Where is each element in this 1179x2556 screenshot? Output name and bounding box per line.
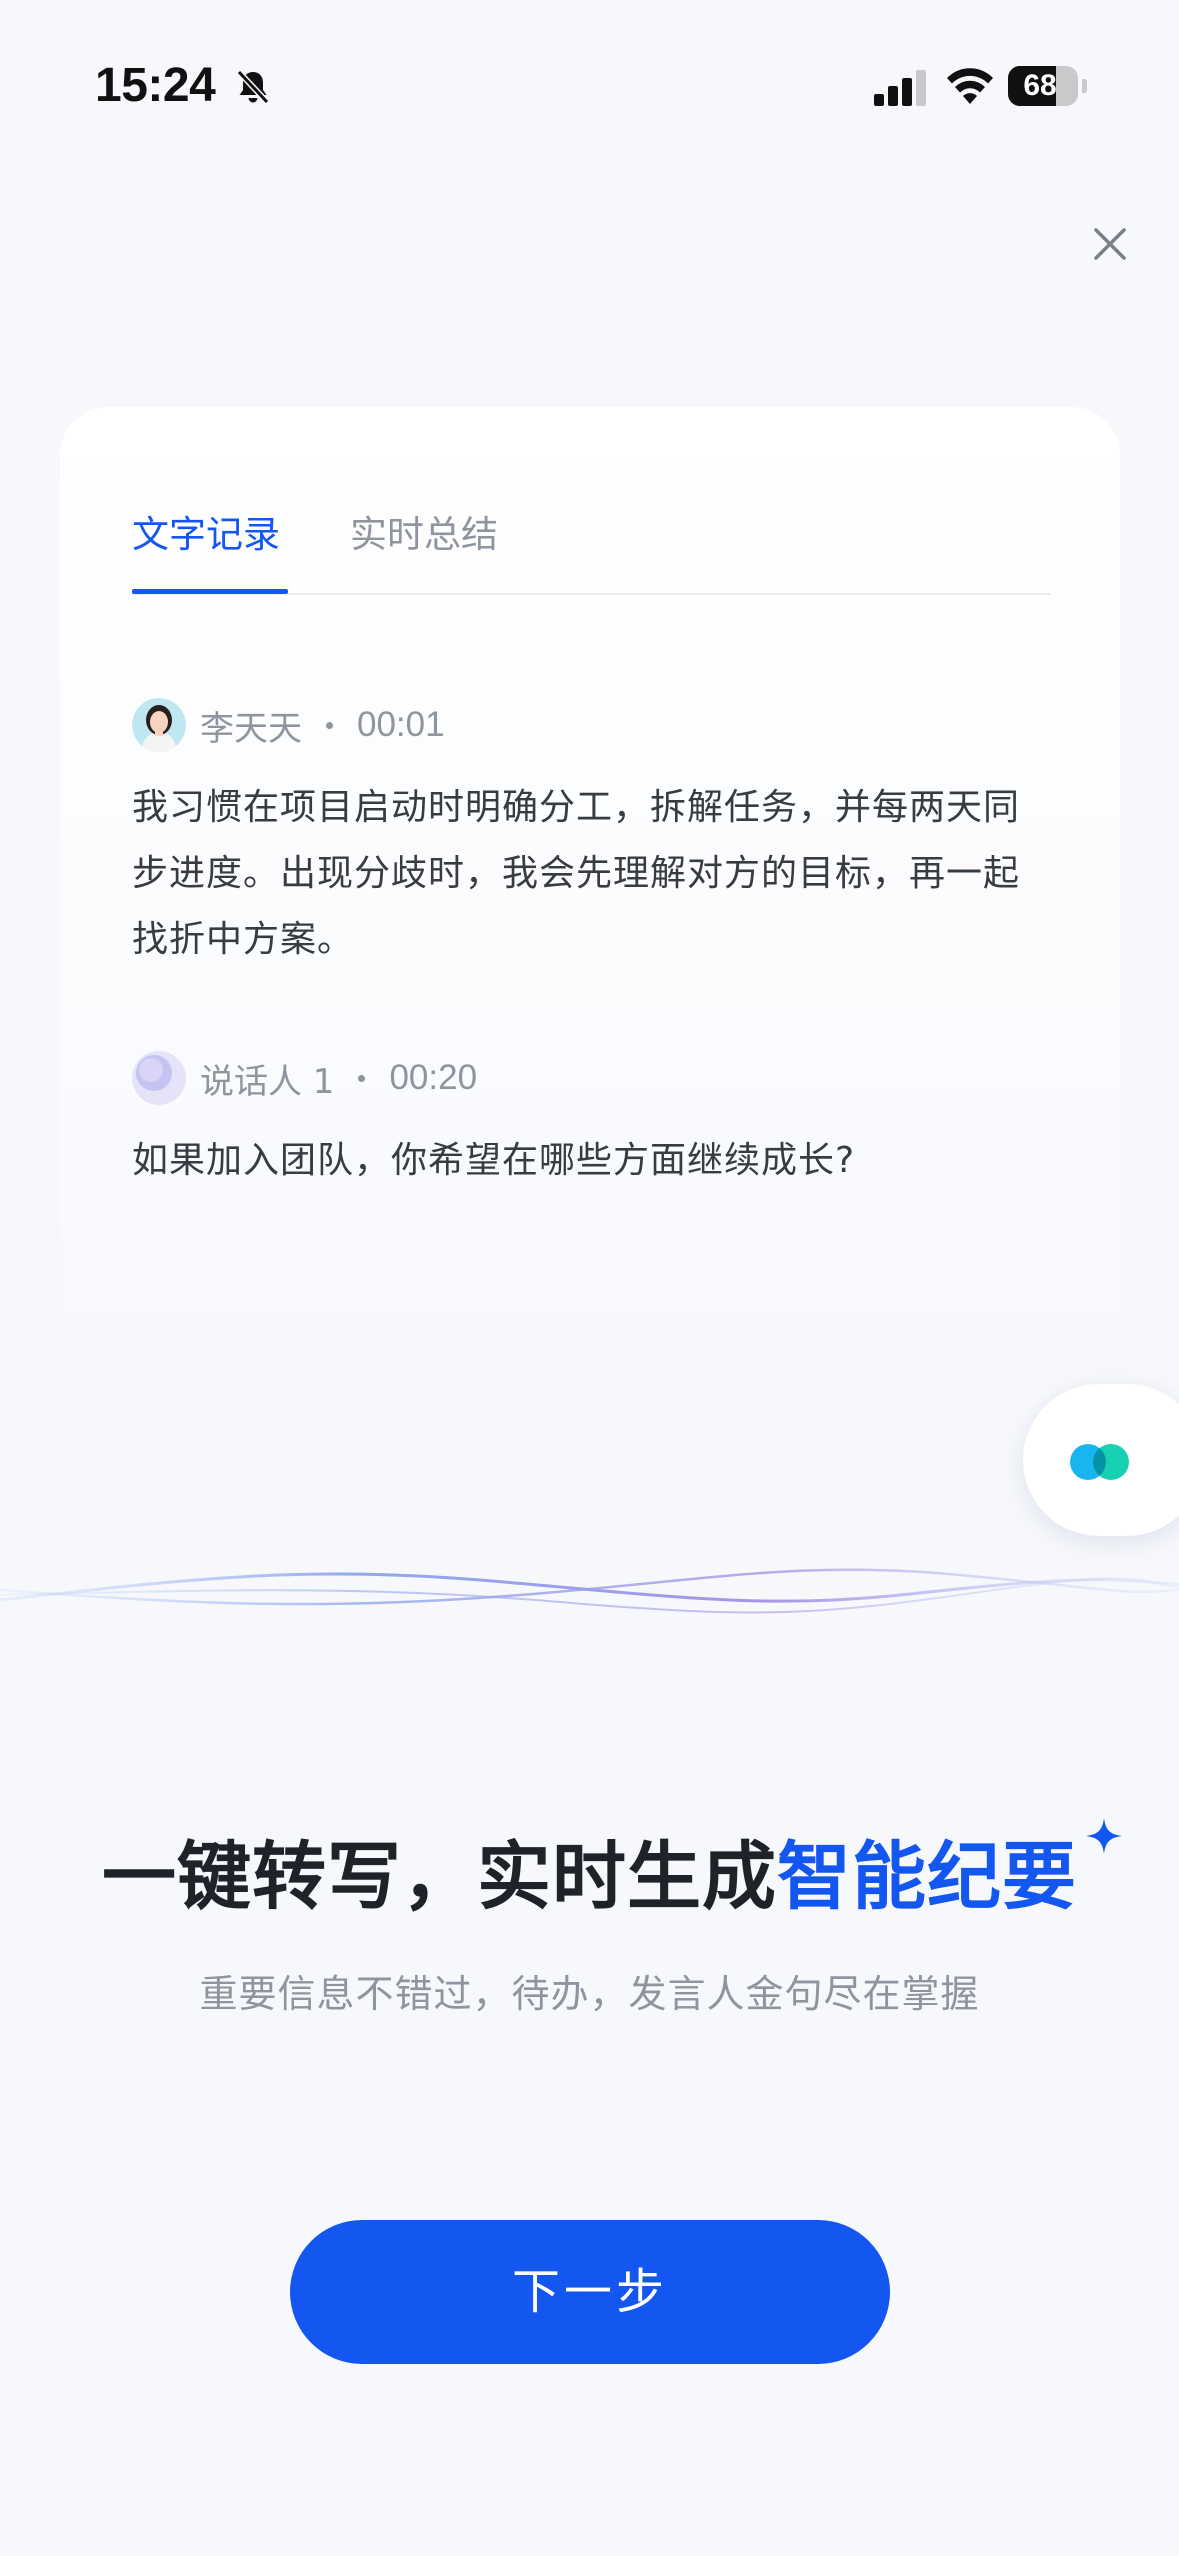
entry-text: 如果加入团队，你希望在哪些方面继续成长? bbox=[132, 1140, 856, 1181]
sound-wave-decoration bbox=[0, 1568, 1179, 1614]
wifi-icon bbox=[947, 68, 993, 104]
status-bar: 15:24 68 bbox=[0, 0, 1179, 170]
bell-slash-icon bbox=[236, 69, 270, 105]
status-time: 15:24 bbox=[95, 59, 216, 112]
entry-timestamp: 00:01 bbox=[357, 705, 445, 744]
headline-main: 一键转写，实时生成 bbox=[102, 1834, 777, 1920]
headline: 一键转写，实时生成智能纪要 bbox=[0, 1822, 1179, 1932]
entry-text: 我习惯在项目启动时明确分工，拆解任务，并每两天同步进度。出现分歧时，我会先理解对… bbox=[132, 787, 1021, 960]
transcript-entry: 李天天 00:01 我习惯在项目启动时明确分工，拆解任务，并每两天同步进度。出现… bbox=[132, 697, 1050, 973]
sparkle-icon bbox=[1086, 1818, 1122, 1854]
tab-live-summary[interactable]: 实时总结 bbox=[350, 507, 498, 563]
speaker-row: 说话人 1 00:20 bbox=[132, 1050, 1050, 1106]
headline-accent: 智能纪要 bbox=[777, 1834, 1077, 1920]
subtitle: 重要信息不错过，待办，发言人金句尽在掌握 bbox=[199, 1972, 980, 2016]
avatar bbox=[132, 698, 186, 752]
transcript-entry: 说话人 1 00:20 如果加入团队，你希望在哪些方面继续成长? bbox=[132, 1050, 1050, 1194]
entry-timestamp: 00:20 bbox=[389, 1058, 478, 1097]
separator-dot bbox=[358, 1074, 366, 1082]
next-step-button[interactable]: 下一步 bbox=[290, 2220, 890, 2364]
close-icon[interactable] bbox=[1088, 222, 1132, 266]
separator-dot bbox=[326, 721, 333, 729]
battery-indicator: 68 bbox=[1008, 66, 1078, 106]
speaker-row: 李天天 00:01 bbox=[132, 697, 1050, 753]
battery-tip bbox=[1082, 79, 1087, 93]
assistant-dot-icon bbox=[1093, 1444, 1129, 1480]
floating-assistant-button[interactable] bbox=[1023, 1384, 1179, 1536]
cellular-signal-icon bbox=[874, 70, 926, 106]
speaker-name: 说话人 1 bbox=[200, 1061, 335, 1102]
battery-level: 68 bbox=[1023, 69, 1057, 102]
avatar bbox=[132, 1051, 186, 1105]
transcript-card: 文字记录 实时总结 李天天 00:01 我习惯在项目启动时明确分工，拆解任务，并… bbox=[60, 407, 1120, 1397]
tab-active-underline bbox=[132, 589, 288, 594]
speaker-name: 李天天 bbox=[200, 708, 302, 749]
tab-bar: 文字记录 实时总结 bbox=[132, 507, 1050, 595]
tab-transcript[interactable]: 文字记录 bbox=[132, 507, 280, 563]
